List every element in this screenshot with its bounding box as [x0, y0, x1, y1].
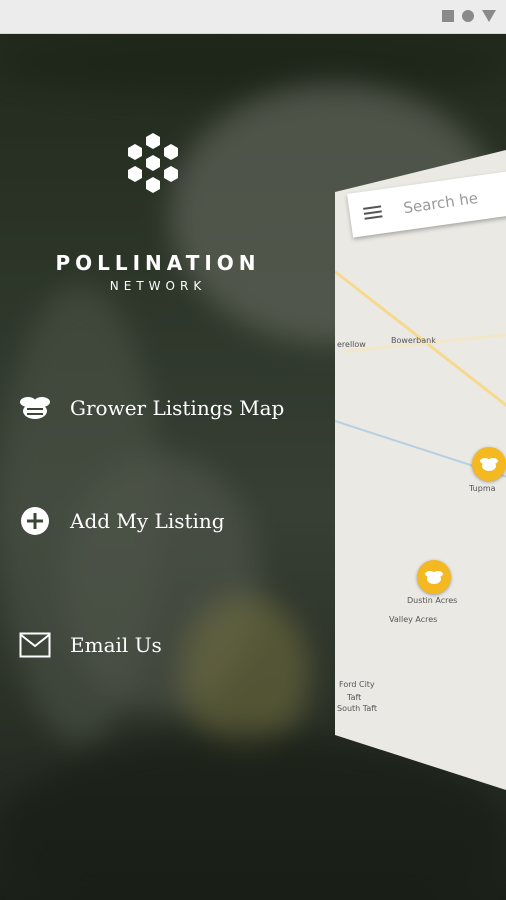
town-label: erellow — [337, 340, 366, 349]
brand-subtitle: NETWORK — [109, 279, 207, 293]
map-pin-tupman[interactable] — [472, 447, 506, 481]
bee-icon — [18, 391, 52, 425]
town-label: South Taft — [337, 704, 378, 713]
envelope-icon — [18, 628, 52, 662]
menu-item-add-my-listing[interactable]: Add My Listing — [18, 504, 225, 538]
town-label: Ford City — [339, 680, 375, 689]
menu-item-label: Email Us — [70, 633, 162, 657]
square-icon — [442, 10, 454, 22]
menu-item-grower-listings-map[interactable]: Grower Listings Map — [18, 391, 284, 425]
brand-title: POLLINATION — [55, 251, 261, 275]
bee-icon — [480, 458, 498, 471]
town-label: Taft — [347, 693, 362, 702]
town-label: Valley Acres — [389, 615, 438, 624]
menu-item-label: Add My Listing — [70, 509, 225, 533]
town-label: Tupma — [469, 484, 496, 493]
town-label: Bowerbank — [391, 336, 436, 345]
status-bar — [0, 0, 506, 34]
triangle-icon — [482, 10, 496, 22]
map-preview[interactable]: erellow Bowerbank Tupma Dustin Acres Val… — [335, 150, 506, 790]
hamburger-menu-icon[interactable] — [363, 202, 383, 222]
menu-item-email-us[interactable]: Email Us — [18, 628, 162, 662]
search-placeholder: Search he — [402, 188, 480, 218]
honeycomb-hexagon-icon — [128, 133, 178, 193]
brand-logo: POLLINATION NETWORK — [30, 125, 286, 293]
map-pin-dustin-acres[interactable] — [417, 560, 451, 594]
map-search-bar[interactable]: Search he — [347, 168, 506, 238]
menu-item-label: Grower Listings Map — [70, 396, 285, 420]
map-card: erellow Bowerbank Tupma Dustin Acres Val… — [335, 150, 506, 790]
town-label: Dustin Acres — [407, 596, 458, 605]
circle-icon — [462, 10, 474, 22]
status-icons — [442, 10, 496, 22]
plus-circle-icon — [18, 504, 52, 538]
bee-icon — [425, 571, 443, 584]
